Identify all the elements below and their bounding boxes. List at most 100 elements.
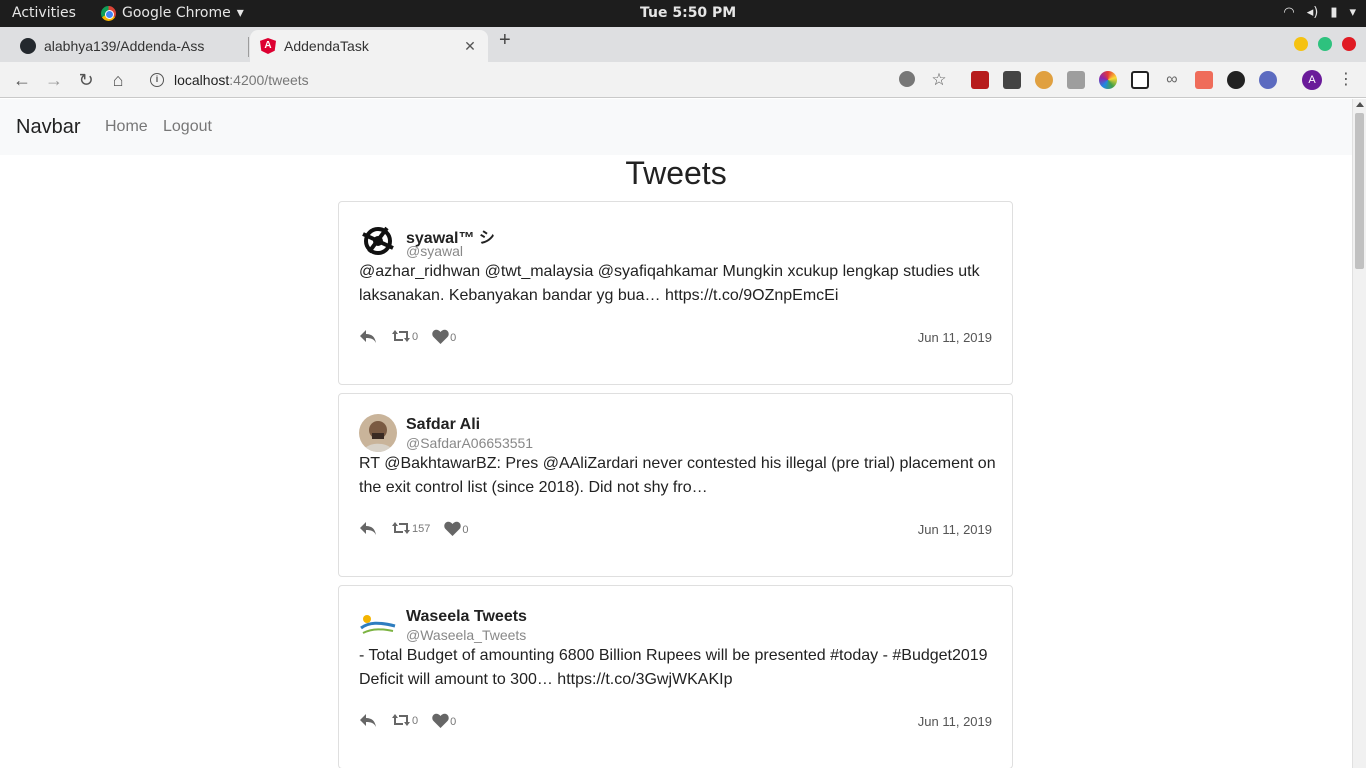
tweet-actions: 157 0 — [359, 518, 482, 538]
close-window-button[interactable] — [1342, 37, 1356, 51]
tab-addendatask[interactable]: A AddendaTask ✕ — [250, 30, 488, 62]
reply-button[interactable] — [359, 712, 377, 728]
cloud-extension-icon[interactable] — [1227, 71, 1245, 89]
battery-icon: ▮ — [1330, 5, 1338, 20]
retweet-icon — [392, 330, 410, 342]
like-count: 0 — [450, 331, 457, 344]
browser-toolbar: ← → ↻ ⌂ i localhost:4200/tweets ☆ ∞ A ⋮ — [0, 62, 1366, 98]
profile-avatar[interactable]: A — [1302, 70, 1322, 90]
app-menu-label: Google Chrome — [122, 5, 231, 21]
navbar-brand[interactable]: Navbar — [16, 116, 80, 139]
tweet-author-name[interactable]: Waseela Tweets — [406, 608, 527, 626]
tweet-author-handle[interactable]: @Waseela_Tweets — [406, 627, 526, 643]
infinity-extension-icon[interactable]: ∞ — [1163, 71, 1181, 89]
os-top-bar: Activities Google Chrome ▾ Tue 5:50 PM ◠… — [0, 0, 1366, 27]
back-button[interactable]: ← — [10, 68, 34, 92]
ed-extension-icon[interactable] — [1003, 71, 1021, 89]
page-scrollbar[interactable] — [1352, 99, 1366, 768]
retweet-button[interactable]: 0 — [391, 713, 418, 727]
tweet-actions: 0 0 — [359, 326, 470, 346]
bookmark-star-icon[interactable]: ☆ — [927, 68, 951, 92]
tweet-text: - Total Budget of amounting 6800 Billion… — [359, 647, 988, 688]
camera-extension-icon[interactable] — [1067, 71, 1085, 89]
like-button[interactable]: 0 — [432, 329, 456, 344]
cast-extension-icon[interactable] — [1195, 71, 1213, 89]
tab-github[interactable]: alabhya139/Addenda-Ass — [10, 30, 248, 62]
scrollbar-thumb[interactable] — [1355, 113, 1364, 269]
reply-button[interactable] — [359, 520, 377, 536]
retweet-count: 0 — [412, 715, 419, 727]
chrome-menu-icon[interactable]: ⋮ — [1334, 68, 1358, 92]
nav-link-home[interactable]: Home — [105, 118, 148, 136]
address-bar[interactable]: i localhost:4200/tweets — [142, 66, 892, 94]
tab-divider — [248, 37, 249, 57]
page-title: Tweets — [625, 155, 727, 191]
black-emblem-avatar — [359, 222, 397, 260]
angular-icon: A — [260, 38, 276, 54]
new-tab-button[interactable]: + — [499, 29, 511, 52]
reply-button[interactable] — [359, 328, 377, 344]
blocked-cookie-icon[interactable] — [899, 71, 915, 87]
github-icon — [20, 38, 36, 54]
tweet-actions: 0 0 — [359, 710, 470, 730]
notion-extension-icon[interactable] — [1131, 71, 1149, 89]
retweet-icon — [392, 714, 410, 726]
tab-title: alabhya139/Addenda-Ass — [44, 38, 205, 54]
close-tab-icon[interactable]: ✕ — [462, 38, 478, 55]
heart-icon — [444, 521, 462, 536]
photo-avatar — [359, 414, 397, 452]
retweet-icon — [392, 522, 410, 534]
color-wheel-extension-icon[interactable] — [1099, 71, 1117, 89]
reply-icon — [360, 330, 376, 343]
chevron-down-icon: ▾ — [236, 5, 244, 21]
pdf-extension-icon[interactable] — [971, 71, 989, 89]
globe-extension-icon[interactable] — [1259, 71, 1277, 89]
tweet-card: Waseela Tweets @Waseela_Tweets - Total B… — [338, 585, 1013, 768]
url-path: :4200/tweets — [229, 72, 309, 88]
tweet-card: Safdar Ali @SafdarA06653551 RT @Bakhtawa… — [338, 393, 1013, 577]
home-button[interactable]: ⌂ — [106, 68, 130, 92]
tweet-card: syawal™ シ @syawal @azhar_ridhwan @twt_ma… — [338, 201, 1013, 385]
tweet-author-handle[interactable]: @syawal — [406, 243, 463, 259]
reply-icon — [360, 714, 376, 727]
tweet-text: @azhar_ridhwan @twt_malaysia @syafiqahka… — [359, 263, 980, 304]
page-viewport: Navbar Home Logout Tweets syawal™ シ @sya… — [0, 99, 1366, 768]
like-button[interactable]: 0 — [432, 713, 456, 728]
chevron-down-icon: ▾ — [1349, 5, 1356, 20]
like-count: 0 — [450, 715, 457, 728]
wifi-icon: ◠ — [1283, 5, 1295, 20]
nav-link-logout[interactable]: Logout — [163, 118, 212, 136]
tweet-date: Jun 11, 2019 — [917, 522, 992, 537]
retweet-button[interactable]: 0 — [391, 329, 418, 343]
tweet-author-handle[interactable]: @SafdarA06653551 — [406, 435, 533, 451]
reply-icon — [360, 522, 376, 535]
forward-button[interactable]: → — [42, 68, 66, 92]
waseela-logo-avatar — [359, 606, 397, 644]
maximize-button[interactable] — [1318, 37, 1332, 51]
scroll-up-arrow-icon[interactable] — [1356, 102, 1364, 107]
activities-button[interactable]: Activities — [12, 5, 76, 21]
system-tray[interactable]: ◠ ◂) ▮ ▾ — [1283, 5, 1356, 20]
retweet-count: 157 — [412, 523, 431, 535]
volume-icon: ◂) — [1306, 5, 1319, 20]
url-host: localhost — [174, 72, 230, 88]
retweet-button[interactable]: 157 — [391, 521, 430, 535]
chrome-icon — [101, 5, 116, 21]
app-menu[interactable]: Google Chrome ▾ — [101, 5, 244, 21]
url-text: localhost:4200/tweets — [174, 72, 309, 88]
minimize-button[interactable] — [1294, 37, 1308, 51]
tweet-date: Jun 11, 2019 — [917, 714, 992, 729]
like-count: 0 — [462, 523, 469, 536]
site-navbar: Navbar Home Logout — [0, 99, 1352, 155]
tweet-date: Jun 11, 2019 — [917, 330, 992, 345]
reload-button[interactable]: ↻ — [74, 68, 98, 92]
tweet-text: RT @BakhtawarBZ: Pres @AAliZardari never… — [359, 455, 996, 496]
like-button[interactable]: 0 — [444, 521, 468, 536]
heart-icon — [432, 329, 449, 344]
cookie-extension-icon[interactable] — [1035, 71, 1053, 89]
tab-strip: alabhya139/Addenda-Ass A AddendaTask ✕ + — [0, 27, 1366, 62]
tweet-author-name[interactable]: Safdar Ali — [406, 416, 480, 434]
info-icon[interactable]: i — [150, 73, 164, 87]
clock[interactable]: Tue 5:50 PM — [640, 5, 736, 21]
heart-icon — [432, 713, 449, 728]
